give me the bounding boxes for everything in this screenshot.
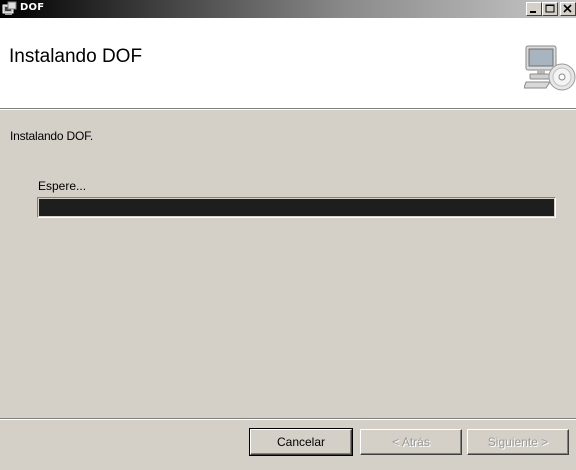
wait-label: Espere...	[38, 179, 87, 193]
maximize-button[interactable]	[542, 2, 558, 16]
maximize-icon	[545, 4, 555, 13]
window-title: DOF	[20, 2, 45, 13]
page-title: Instalando DOF	[9, 46, 143, 67]
title-bar[interactable]: DOF	[0, 0, 576, 18]
installer-window: DOF Instalando DOF Instalando DOF. Esper…	[0, 0, 576, 470]
progress-bar-fill	[39, 199, 554, 216]
header-banner: Instalando DOF	[0, 18, 576, 108]
install-status-text: Instalando DOF.	[10, 129, 94, 143]
header-separator	[0, 108, 576, 110]
install-progress-bar	[37, 197, 556, 218]
back-button[interactable]: < Atrás	[360, 429, 462, 455]
computer-cd-icon	[523, 44, 576, 92]
close-icon	[563, 4, 572, 13]
footer-separator	[0, 418, 576, 420]
minimize-button[interactable]	[526, 2, 542, 16]
next-button[interactable]: Siguiente >	[467, 429, 569, 455]
minimize-icon	[530, 11, 536, 13]
close-button[interactable]	[560, 2, 576, 16]
installer-app-icon	[2, 1, 18, 17]
cancel-button[interactable]: Cancelar	[249, 428, 353, 456]
